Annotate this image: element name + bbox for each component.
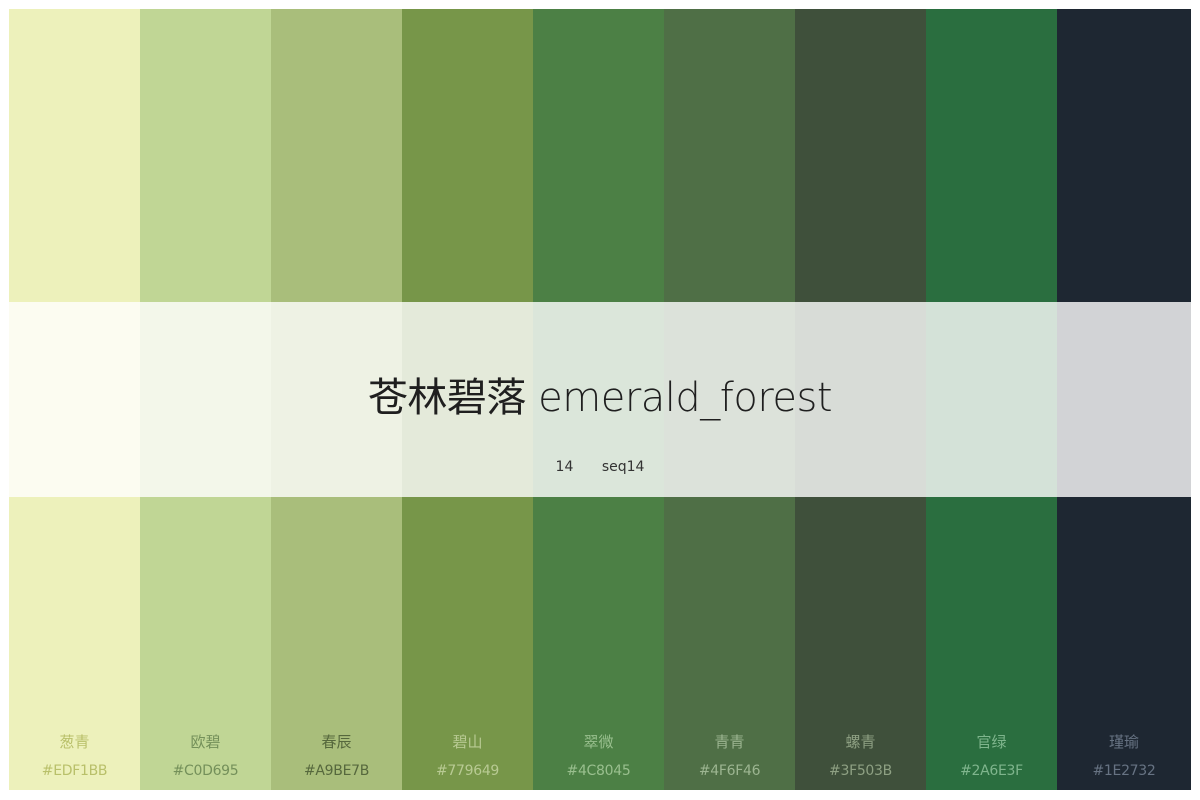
color-name: 青青 <box>714 733 745 751</box>
color-hex: #EDF1BB <box>41 763 108 779</box>
title-banner: 苍林碧落 emerald_forest 14 seq14 <box>9 302 1191 497</box>
color-name: 葱青 <box>59 733 90 751</box>
color-hex: #4C8045 <box>566 763 631 779</box>
color-name: 碧山 <box>452 733 483 751</box>
color-name: 春辰 <box>321 733 352 751</box>
palette-meta: 14 seq14 <box>9 457 1191 477</box>
palette-code: seq14 <box>601 459 645 475</box>
color-count: 14 <box>555 459 574 475</box>
palette-title: 苍林碧落 emerald_forest <box>367 375 833 421</box>
color-name: 官绿 <box>976 733 1007 751</box>
color-hex: #A9BE7B <box>303 763 370 779</box>
color-name: 螺青 <box>845 733 876 751</box>
color-hex: #779649 <box>435 763 500 779</box>
color-hex: #4F6F46 <box>698 763 761 779</box>
color-name: 翠微 <box>583 733 614 751</box>
color-hex: #3F503B <box>829 763 892 779</box>
color-name: 欧碧 <box>190 733 221 751</box>
color-hex: #C0D695 <box>172 763 239 779</box>
color-hex: #1E2732 <box>1092 763 1156 779</box>
color-name: 瑾瑜 <box>1108 733 1139 751</box>
color-hex: #2A6E3F <box>960 763 1023 779</box>
